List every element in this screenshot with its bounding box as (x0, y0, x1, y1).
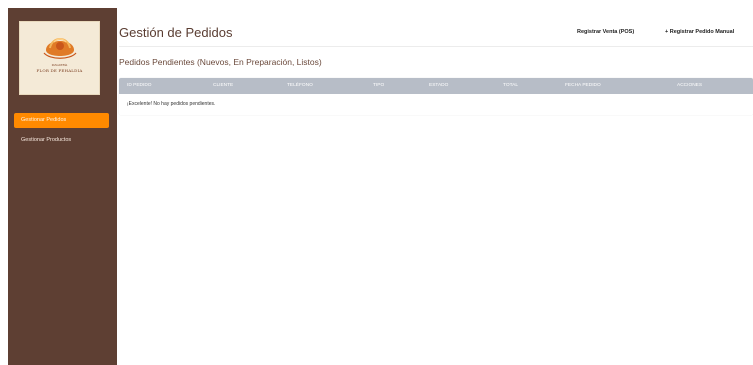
register-manual-order-button[interactable]: + Registrar Pedido Manual (665, 29, 734, 35)
header-divider (119, 46, 753, 47)
col-telefono: TELÉFONO (287, 83, 313, 88)
top-gap (0, 0, 753, 8)
col-cliente: CLIENTE (213, 83, 234, 88)
app-frame: PANADERÍA FLOR DE PEHALDIA Gestionar Ped… (0, 0, 753, 365)
section-title: Pedidos Pendientes (Nuevos, En Preparaci… (119, 57, 322, 67)
col-fecha-pedido: FECHA PEDIDO (565, 83, 601, 88)
croissant-logo-icon (43, 38, 76, 59)
page-title: Gestión de Pedidos (119, 25, 233, 40)
sidebar-item-gestionar-productos[interactable]: Gestionar Productos (14, 133, 109, 148)
brand-logo[interactable]: PANADERÍA FLOR DE PEHALDIA (19, 21, 100, 95)
col-tipo: TIPO (373, 83, 385, 88)
table-row: ¡Excelente! No hay pedidos pendientes. (119, 94, 753, 115)
table-header: ID PEDIDO CLIENTE TELÉFONO TIPO ESTADO T… (119, 78, 753, 94)
brand-small-text: PANADERÍA (51, 64, 68, 67)
col-total: TOTAL (503, 83, 519, 88)
col-acciones: ACCIONES (677, 83, 703, 88)
col-estado: ESTADO (429, 83, 449, 88)
sidebar-item-gestionar-pedidos[interactable]: Gestionar Pedidos (14, 113, 109, 128)
col-id-pedido: ID PEDIDO (127, 83, 152, 88)
brand-name: FLOR DE PEHALDIA (36, 68, 83, 73)
register-sale-pos-button[interactable]: Registrar Venta (POS) (577, 29, 634, 35)
empty-state-message: ¡Excelente! No hay pedidos pendientes. (127, 101, 216, 107)
orders-table: ID PEDIDO CLIENTE TELÉFONO TIPO ESTADO T… (119, 78, 753, 115)
